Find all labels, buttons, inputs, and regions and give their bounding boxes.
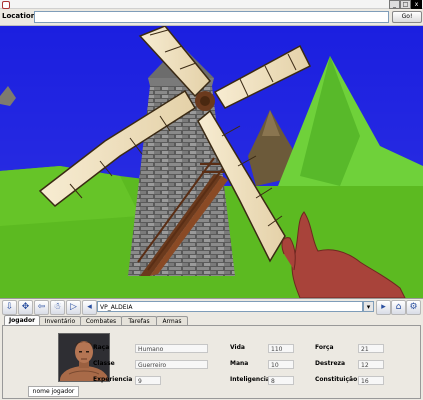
experiencia-field: 9: [135, 376, 161, 385]
nav-move-icon[interactable]: ✥: [18, 300, 33, 315]
home-icon[interactable]: ⌂: [391, 300, 406, 315]
classe-field: Guerreiro: [135, 360, 208, 369]
raca-label: Raça: [93, 344, 110, 351]
close-button[interactable]: x: [411, 0, 422, 9]
constituicao-field: 16: [358, 376, 384, 385]
constituicao-label: Constituição: [315, 376, 358, 383]
inteligencia-field: 8: [268, 376, 294, 385]
mana-field: 10: [268, 360, 294, 369]
location-bar: Location: Go!: [0, 9, 423, 26]
location-label: Location:: [2, 12, 39, 20]
go-button[interactable]: Go!: [392, 11, 422, 23]
window-titlebar: _ □ x: [0, 0, 423, 9]
nav-down-icon[interactable]: ⇩: [2, 300, 17, 315]
navigation-toolbar: ⇩ ✥ ⇦ ☃ ▷ ◂ VP_ALDEIA ▾ ▸ ⌂ ⚙: [0, 298, 423, 315]
nav-prev-icon[interactable]: ◂: [82, 300, 97, 315]
inteligencia-label: Inteligencia: [230, 376, 270, 383]
vida-field: 110: [268, 344, 294, 353]
forca-field: 21: [358, 344, 384, 353]
viewpoint-select[interactable]: VP_ALDEIA: [97, 301, 363, 312]
windmill-scene: [0, 26, 423, 298]
forca-label: Força: [315, 344, 334, 351]
warrior-portrait-image: [59, 334, 109, 381]
maximize-button[interactable]: □: [400, 0, 411, 9]
location-input[interactable]: [34, 11, 389, 23]
vida-label: Vida: [230, 344, 245, 351]
tab-bar: Jogador Inventário Combates Tarefas Arma…: [0, 315, 423, 326]
player-portrait: [58, 333, 110, 382]
viewpoint-dropdown-button[interactable]: ▾: [363, 301, 374, 312]
nav-play-icon[interactable]: ▷: [66, 300, 81, 315]
nav-walk-icon[interactable]: ☃: [50, 300, 65, 315]
player-name-field[interactable]: nome jogador: [28, 386, 79, 397]
raca-field: Humano: [135, 344, 208, 353]
nav-back-icon[interactable]: ⇦: [34, 300, 49, 315]
3d-viewport[interactable]: [0, 26, 423, 298]
settings-icon[interactable]: ⚙: [406, 300, 421, 315]
experiencia-label: Experiencia: [93, 376, 133, 383]
minimize-button[interactable]: _: [389, 0, 400, 9]
app-logo-icon: [2, 1, 10, 9]
classe-label: Classe: [93, 360, 115, 367]
mana-label: Mana: [230, 360, 249, 367]
nav-next-icon[interactable]: ▸: [376, 300, 391, 315]
destreza-field: 12: [358, 360, 384, 369]
destreza-label: Destreza: [315, 360, 346, 367]
